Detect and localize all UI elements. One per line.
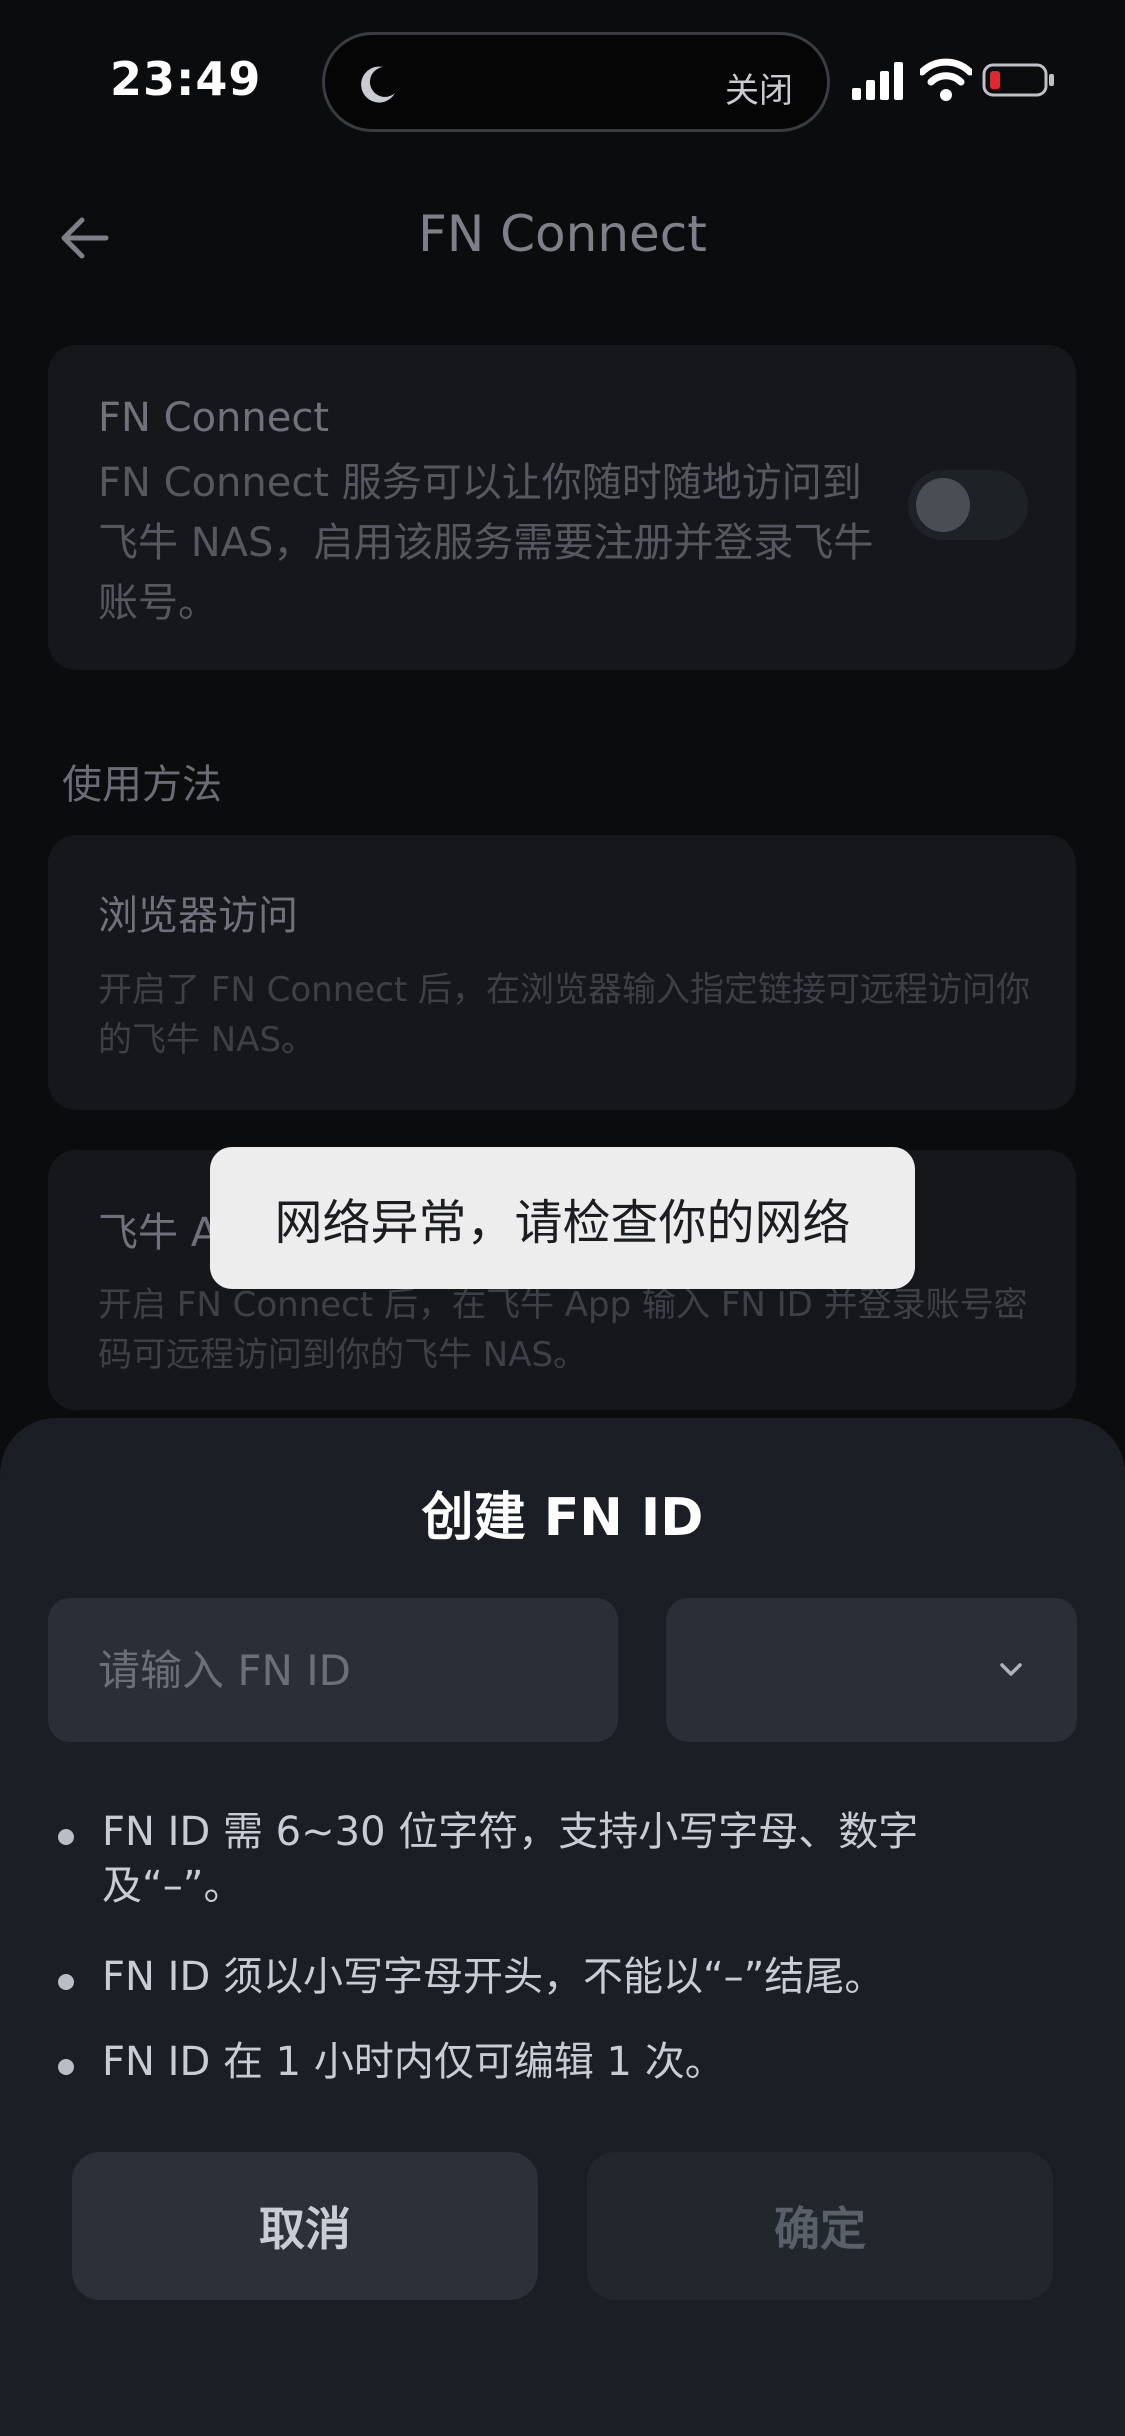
method-description: 开启了 FN Connect 后，在浏览器输入指定链接可远程访问你的飞牛 NAS… bbox=[98, 970, 1030, 1060]
chevron-down-icon bbox=[1000, 1663, 1022, 1676]
cellular-signal-icon bbox=[852, 62, 903, 100]
sheet-title: 创建 FN ID bbox=[421, 1488, 704, 1548]
bullet-dot bbox=[58, 1974, 74, 1990]
toggle-knob bbox=[916, 478, 970, 532]
island-close-label[interactable]: 关闭 bbox=[725, 63, 793, 112]
method-description: 开启 FN Connect 后，在飞牛 App 输入 FN ID 并登录账号密码… bbox=[98, 1285, 1028, 1375]
battery-low-icon bbox=[982, 63, 1054, 97]
fn-connect-toggle[interactable] bbox=[908, 470, 1028, 540]
fn-connect-description: FN Connect 服务可以让你随时随地访问到飞牛 NAS，启用该服务需要注册… bbox=[98, 460, 874, 626]
network-error-toast: 网络异常，请检查你的网络 bbox=[210, 1147, 915, 1289]
rule-text: FN ID 在 1 小时内仅可编辑 1 次。 bbox=[102, 2039, 725, 2085]
domain-select[interactable] bbox=[666, 1598, 1077, 1742]
method-title: 浏览器访问 bbox=[98, 893, 298, 939]
wifi-icon bbox=[920, 58, 972, 101]
moon-icon bbox=[361, 66, 395, 103]
fn-connect-card: FN Connect FN Connect 服务可以让你随时随地访问到飞牛 NA… bbox=[48, 345, 1076, 670]
confirm-button[interactable]: 确定 bbox=[587, 2152, 1053, 2300]
usage-method-card: 浏览器访问 开启了 FN Connect 后，在浏览器输入指定链接可远程访问你的… bbox=[48, 835, 1076, 1110]
rule-text: FN ID 须以小写字母开头，不能以“–”结尾。 bbox=[102, 1954, 885, 2000]
dynamic-island[interactable]: 关闭 bbox=[322, 32, 830, 132]
page-title: FN Connect bbox=[418, 205, 707, 263]
cancel-button[interactable]: 取消 bbox=[72, 2152, 538, 2300]
rule-text: FN ID 需 6~30 位字符，支持小写字母、数字及“–”。 bbox=[102, 1809, 919, 1909]
fnid-input[interactable] bbox=[48, 1598, 618, 1742]
fn-connect-title: FN Connect bbox=[98, 395, 330, 441]
status-time: 23:49 bbox=[110, 52, 262, 106]
bullet-dot bbox=[58, 1829, 74, 1845]
usage-section-label: 使用方法 bbox=[62, 762, 222, 808]
bullet-dot bbox=[58, 2059, 74, 2075]
